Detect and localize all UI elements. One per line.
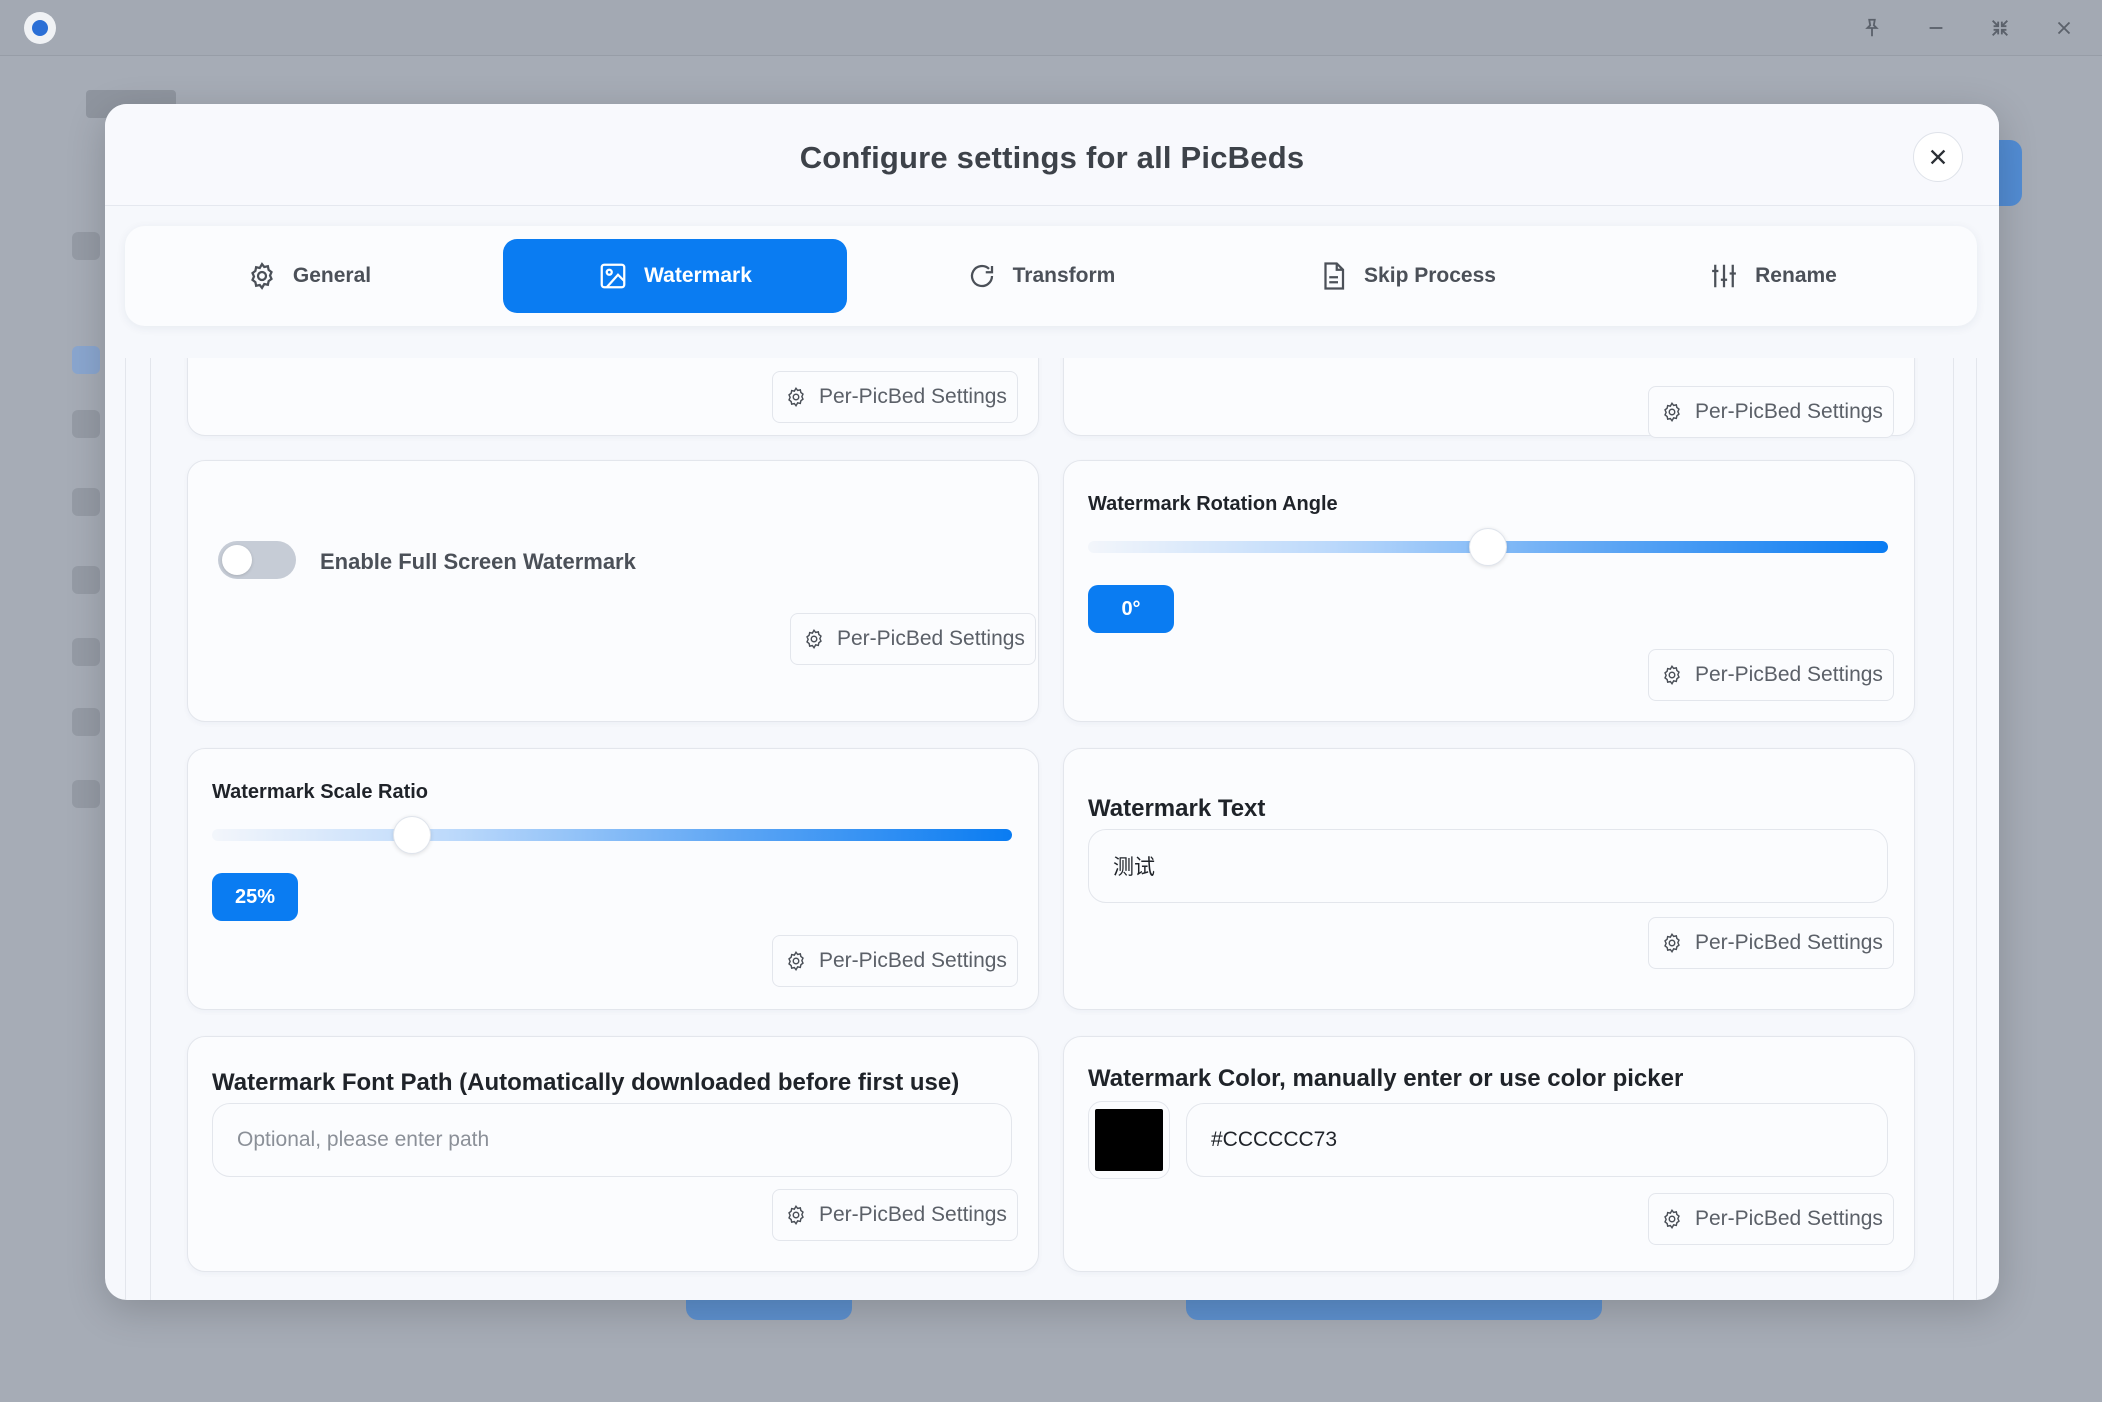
gear-icon <box>251 262 273 290</box>
tab-transform[interactable]: Transform <box>869 239 1213 313</box>
font-path-card: Watermark Font Path (Automatically downl… <box>187 1036 1039 1272</box>
watermark-text-label: Watermark Text <box>1088 795 1266 822</box>
per-picbed-settings-button[interactable]: Per-PicBed Settings <box>772 935 1018 987</box>
tab-label: Transform <box>1012 264 1116 287</box>
scale-ratio-card: Watermark Scale Ratio 25% Per-PicBed Set… <box>187 748 1039 1010</box>
watermark-text-card: Watermark Text 测试 Per-PicBed Settings <box>1063 748 1915 1010</box>
settings-dialog: Configure settings for all PicBeds Gener… <box>105 104 1999 1300</box>
close-icon <box>1930 149 1946 165</box>
toggle-knob <box>222 545 252 575</box>
per-picbed-label: Per-PicBed Settings <box>1695 663 1883 686</box>
per-picbed-settings-button[interactable]: Per-PicBed Settings <box>790 613 1036 665</box>
gear-icon <box>788 950 804 972</box>
per-picbed-settings-button[interactable]: Per-PicBed Settings <box>1648 917 1894 969</box>
settings-tabs: General Watermark Transform Skip Process… <box>125 226 1977 326</box>
per-picbed-label: Per-PicBed Settings <box>819 385 1007 408</box>
settings-content[interactable]: Per-PicBed Settings Per-PicBed Settings … <box>125 358 1977 1300</box>
scale-ratio-label: Watermark Scale Ratio <box>212 781 429 803</box>
window-controls <box>1854 10 2082 46</box>
dialog-header: Configure settings for all PicBeds <box>105 104 1999 206</box>
per-picbed-settings-button[interactable]: Per-PicBed Settings <box>1648 386 1894 438</box>
rotation-angle-value: 0° <box>1088 585 1174 633</box>
watermark-color-card: Watermark Color, manually enter or use c… <box>1063 1036 1915 1272</box>
per-picbed-settings-button[interactable]: Per-PicBed Settings <box>1648 649 1894 701</box>
tab-label: Skip Process <box>1364 264 1496 287</box>
font-path-label: Watermark Font Path (Automatically downl… <box>212 1069 960 1096</box>
per-picbed-label: Per-PicBed Settings <box>819 1203 1007 1226</box>
tab-label: General <box>292 264 372 287</box>
gear-icon <box>788 1204 804 1226</box>
watermark-color-label: Watermark Color, manually enter or use c… <box>1088 1065 1684 1092</box>
gear-icon <box>1664 1208 1680 1230</box>
rotation-angle-card: Watermark Rotation Angle 0° Per-PicBed S… <box>1063 460 1915 722</box>
scale-ratio-slider-track[interactable] <box>212 829 1012 841</box>
per-picbed-label: Per-PicBed Settings <box>837 627 1025 650</box>
color-swatch <box>1095 1109 1163 1171</box>
gear-icon <box>1664 401 1680 423</box>
gear-icon <box>1664 932 1680 954</box>
tab-watermark[interactable]: Watermark <box>503 239 847 313</box>
tab-rename[interactable]: Rename <box>1601 239 1945 313</box>
close-window-icon[interactable] <box>2046 10 2082 46</box>
gear-icon <box>788 386 804 408</box>
close-dialog-button[interactable] <box>1913 132 1963 182</box>
rotation-angle-slider-handle[interactable] <box>1469 528 1507 566</box>
per-picbed-settings-button[interactable]: Per-PicBed Settings <box>772 371 1018 423</box>
per-picbed-label: Per-PicBed Settings <box>1695 1207 1883 1230</box>
per-picbed-settings-button[interactable]: Per-PicBed Settings <box>772 1189 1018 1241</box>
tab-general[interactable]: General <box>137 239 481 313</box>
image-icon <box>600 263 626 289</box>
watermark-text-input[interactable]: 测试 <box>1088 829 1888 903</box>
per-picbed-label: Per-PicBed Settings <box>1695 400 1883 423</box>
per-picbed-settings-button[interactable]: Per-PicBed Settings <box>1648 1193 1894 1245</box>
fullscreen-watermark-card: Enable Full Screen Watermark Per-PicBed … <box>187 460 1039 722</box>
settings-card: Per-PicBed Settings <box>187 358 1039 436</box>
rotate-icon <box>970 264 993 288</box>
rotation-angle-label: Watermark Rotation Angle <box>1088 493 1338 515</box>
gear-icon <box>1664 664 1680 686</box>
per-picbed-label: Per-PicBed Settings <box>1695 931 1883 954</box>
restore-icon[interactable] <box>1982 10 2018 46</box>
fullscreen-watermark-label: Enable Full Screen Watermark <box>320 549 636 574</box>
watermark-color-input[interactable]: #CCCCCC73 <box>1186 1103 1888 1177</box>
tab-label: Watermark <box>644 264 752 287</box>
document-icon <box>1324 262 1345 290</box>
gear-icon <box>806 628 822 650</box>
fullscreen-watermark-toggle[interactable] <box>218 541 296 579</box>
minimize-icon[interactable] <box>1918 10 1954 46</box>
per-picbed-label: Per-PicBed Settings <box>819 949 1007 972</box>
title-bar <box>0 0 2102 56</box>
color-picker-button[interactable] <box>1088 1101 1170 1179</box>
app-logo <box>24 12 56 44</box>
dialog-title: Configure settings for all PicBeds <box>799 140 1305 175</box>
scale-ratio-slider-handle[interactable] <box>393 816 431 854</box>
background-sidebar <box>0 56 120 1402</box>
tab-label: Rename <box>1755 264 1837 287</box>
settings-card: Per-PicBed Settings <box>1063 358 1915 438</box>
sliders-icon <box>1712 264 1737 288</box>
pin-icon[interactable] <box>1854 10 1890 46</box>
font-path-input[interactable]: Optional, please enter path <box>212 1103 1012 1177</box>
scale-ratio-value: 25% <box>212 873 298 921</box>
tab-skip-process[interactable]: Skip Process <box>1235 239 1579 313</box>
